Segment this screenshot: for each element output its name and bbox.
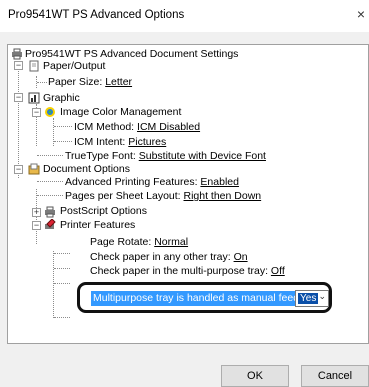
check-paper-other-tray-value[interactable]: On <box>234 251 248 263</box>
expand-toggle[interactable]: + <box>32 208 41 217</box>
paper-size-value[interactable]: Letter <box>105 76 132 88</box>
manual-feed-value: Yes <box>298 293 319 304</box>
advanced-printing-setting[interactable]: Advanced Printing Features: Enabled <box>65 175 239 189</box>
pages-per-sheet-label: Pages per Sheet Layout: <box>65 190 184 202</box>
page-rotate-setting[interactable]: Page Rotate: Normal <box>90 235 188 249</box>
chevron-down-icon[interactable]: ⌄ <box>318 291 326 302</box>
pages-per-sheet-value[interactable]: Right then Down <box>184 190 262 202</box>
truetype-font-setting[interactable]: TrueType Font: Substitute with Device Fo… <box>65 149 266 163</box>
icm-intent-label: ICM Intent: <box>74 136 129 148</box>
manual-feed-dropdown[interactable]: Yes ⌄ <box>295 290 329 307</box>
icm-method-value[interactable]: ICM Disabled <box>137 121 200 133</box>
check-paper-mp-tray-label: Check paper in the multi-purpose tray: <box>90 265 271 277</box>
check-paper-mp-tray-setting[interactable]: Check paper in the multi-purpose tray: O… <box>90 264 285 278</box>
tree-item-icm[interactable]: Image Color Management <box>60 105 181 119</box>
color-management-icon <box>45 107 55 117</box>
printer-icon <box>12 48 22 60</box>
paper-icon <box>29 60 39 72</box>
close-icon[interactable]: × <box>357 6 365 22</box>
icm-intent-setting[interactable]: ICM Intent: Pictures <box>74 135 166 149</box>
paper-size-label: Paper Size: <box>48 76 106 88</box>
icm-method-setting[interactable]: ICM Method: ICM Disabled <box>74 120 200 134</box>
tree-item-document-options[interactable]: Document Options <box>43 162 130 176</box>
title-bar: Pro9541WT PS Advanced Options × <box>0 0 369 32</box>
icm-method-label: ICM Method: <box>74 121 138 133</box>
printer-icon <box>45 206 55 218</box>
collapse-toggle[interactable]: − <box>32 221 41 230</box>
icm-intent-value[interactable]: Pictures <box>128 136 166 148</box>
graphic-icon <box>28 92 40 104</box>
tree-item-paper-output[interactable]: Paper/Output <box>43 59 105 73</box>
tree-item-graphic[interactable]: Graphic <box>43 91 80 105</box>
settings-tree[interactable]: Pro9541WT PS Advanced Document Settings … <box>7 44 369 344</box>
collapse-toggle[interactable]: − <box>14 61 23 70</box>
advanced-printing-label: Advanced Printing Features: <box>65 176 201 188</box>
truetype-font-label: TrueType Font: <box>65 150 139 162</box>
tree-item-printer-features[interactable]: Printer Features <box>60 218 135 232</box>
tree-item-postscript-options[interactable]: PostScript Options <box>60 204 147 218</box>
highlight-annotation: Multipurpose tray is handled as manual f… <box>77 282 332 313</box>
check-paper-other-tray-label: Check paper in any other tray: <box>90 251 234 263</box>
window-title: Pro9541WT PS Advanced Options <box>8 9 185 21</box>
pages-per-sheet-setting[interactable]: Pages per Sheet Layout: Right then Down <box>65 189 261 203</box>
page-rotate-value[interactable]: Normal <box>154 236 188 248</box>
ok-button[interactable]: OK <box>221 365 289 387</box>
paper-size-setting[interactable]: Paper Size: Letter <box>48 75 132 89</box>
check-paper-mp-tray-value[interactable]: Off <box>271 265 285 277</box>
check-paper-other-tray-setting[interactable]: Check paper in any other tray: On <box>90 250 248 264</box>
collapse-toggle[interactable]: − <box>14 165 23 174</box>
truetype-font-value[interactable]: Substitute with Device Font <box>139 150 266 162</box>
collapse-toggle[interactable]: − <box>14 93 23 102</box>
manual-feed-label[interactable]: Multipurpose tray is handled as manual f… <box>91 291 304 306</box>
document-icon <box>28 163 40 175</box>
advanced-printing-value[interactable]: Enabled <box>200 176 239 188</box>
page-rotate-label: Page Rotate: <box>90 236 155 248</box>
collapse-toggle[interactable]: − <box>32 108 41 117</box>
cancel-button[interactable]: Cancel <box>301 365 369 387</box>
printer-features-icon <box>45 219 56 229</box>
